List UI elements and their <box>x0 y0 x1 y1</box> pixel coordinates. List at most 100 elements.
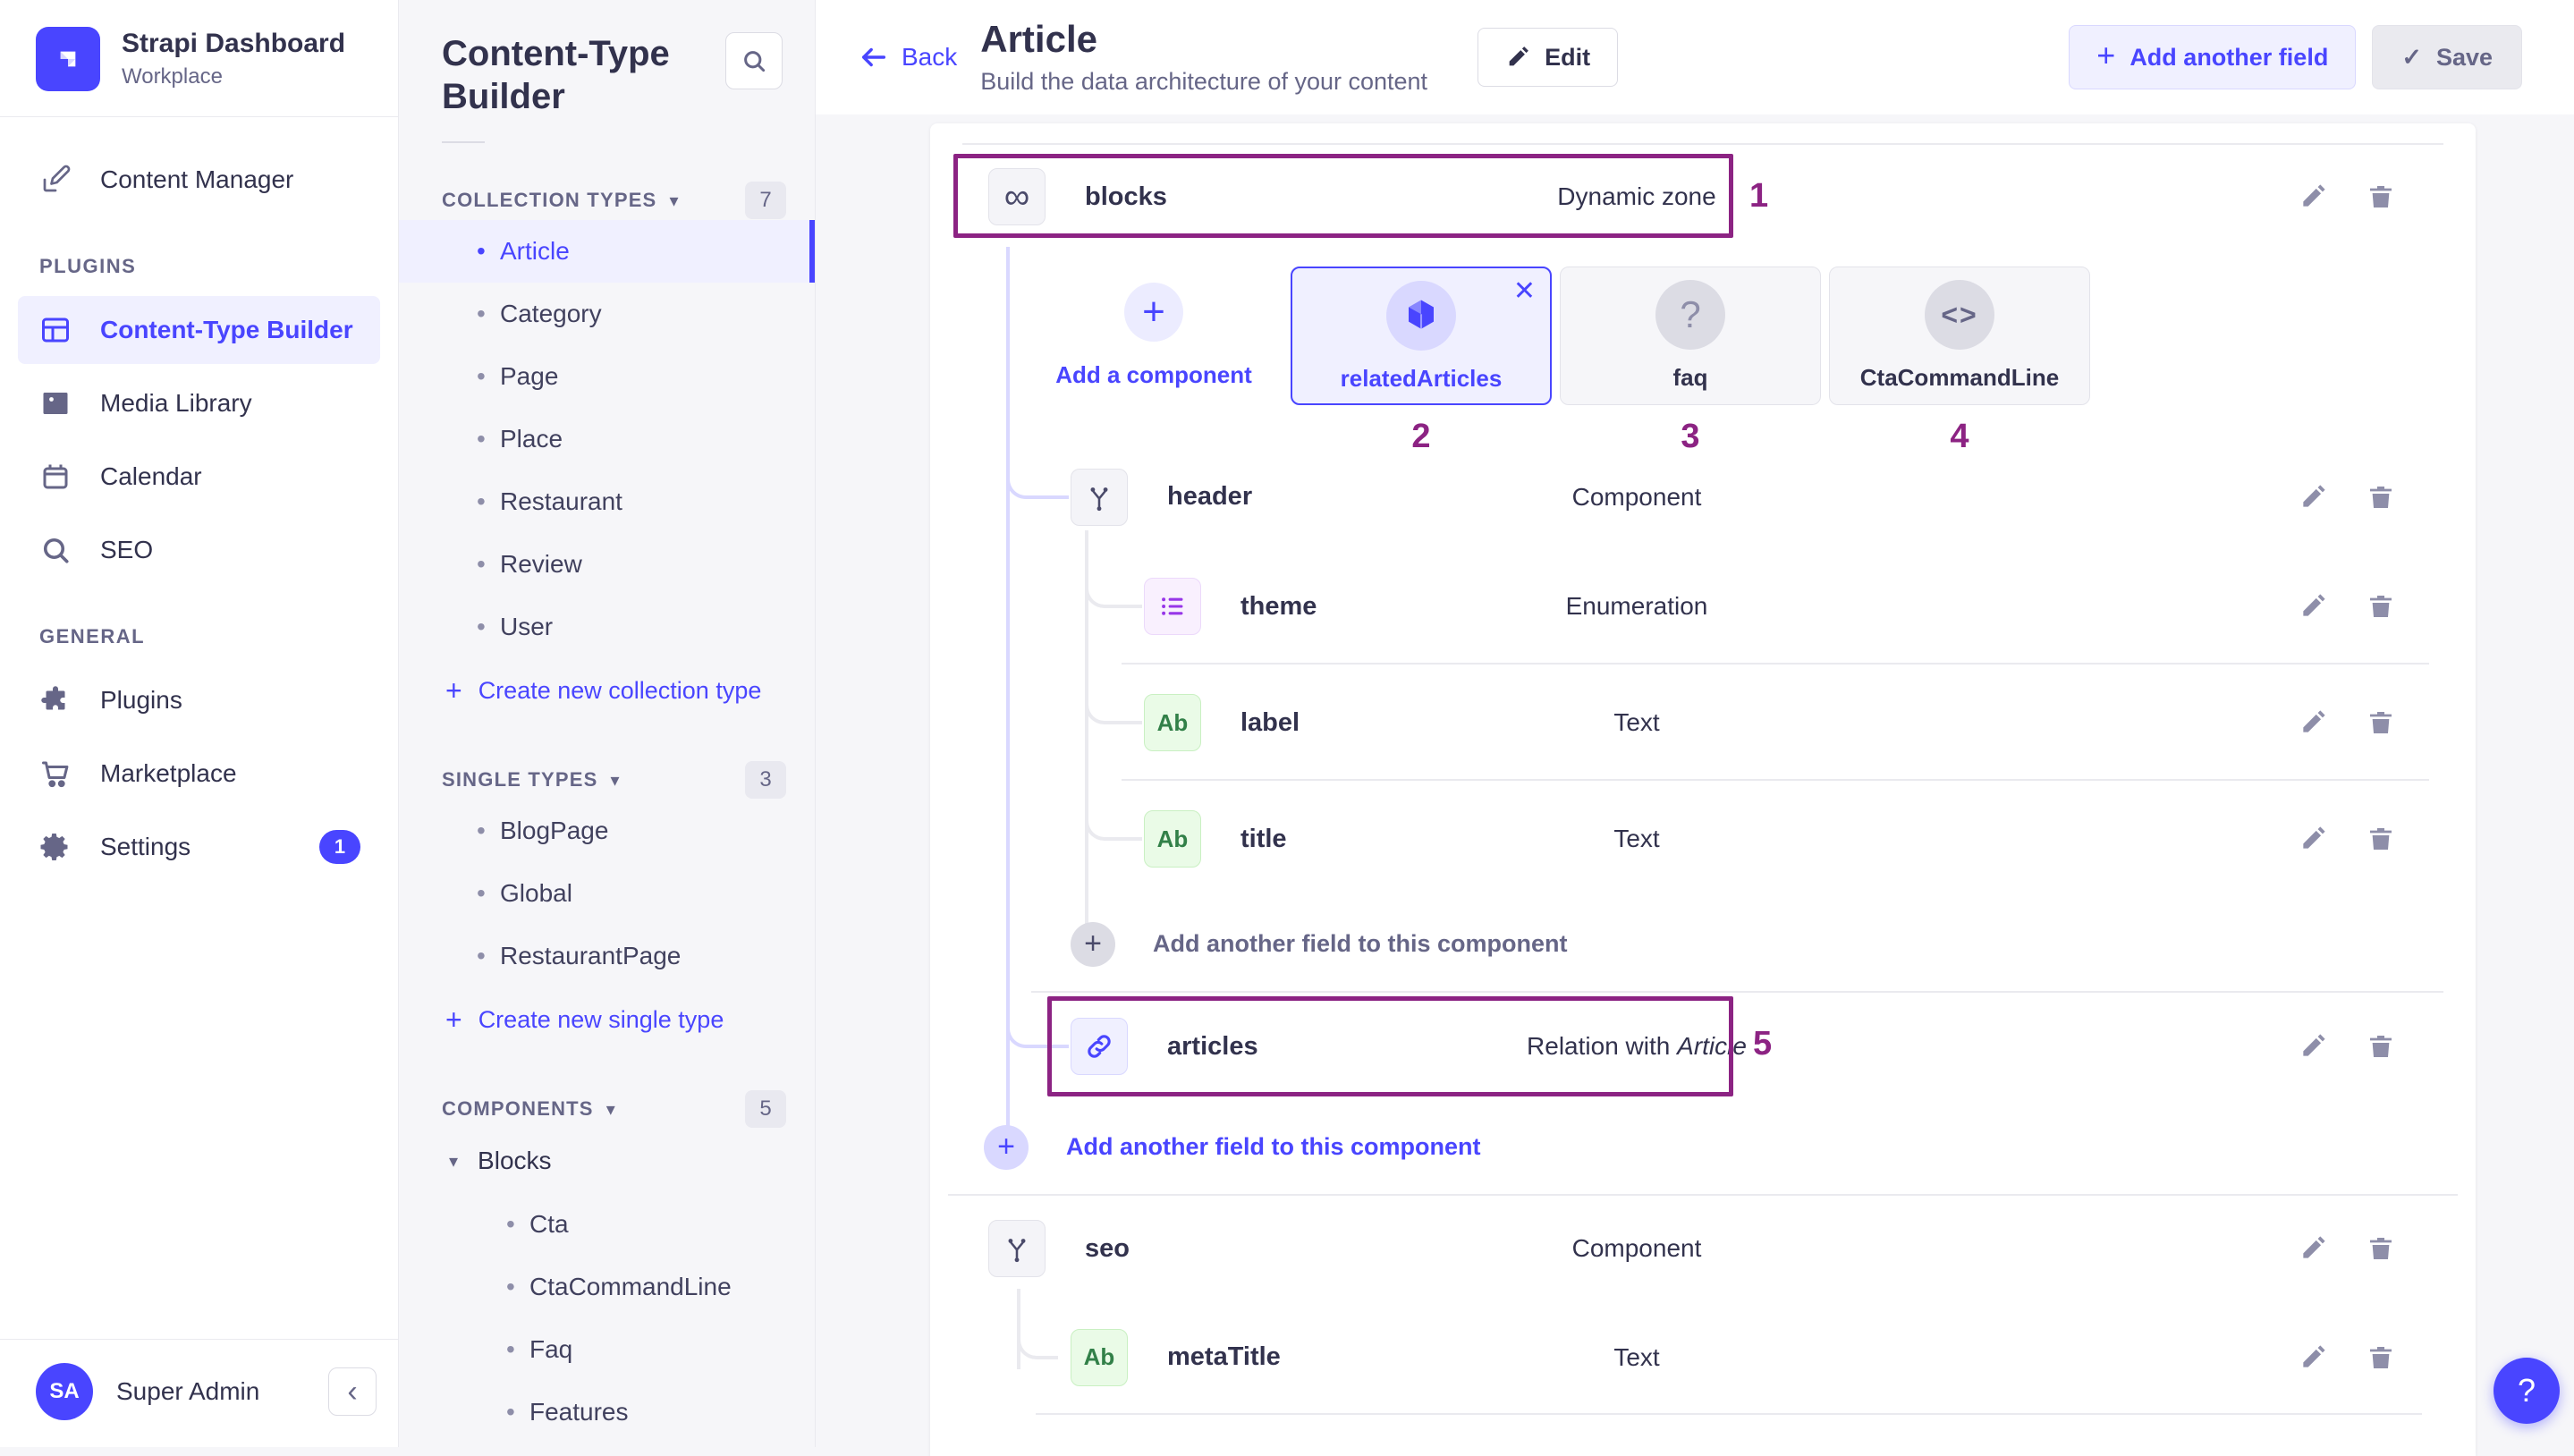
sidebar-item-place[interactable]: • Place <box>399 408 815 470</box>
components-count: 5 <box>745 1090 786 1128</box>
bullet-icon: • <box>477 817 500 845</box>
field-row-metatitle: Ab metaTitle Text <box>930 1301 2476 1413</box>
bullet-icon: • <box>506 1210 529 1239</box>
add-a-component-button[interactable]: + Add a component <box>1055 267 1252 389</box>
help-button[interactable]: ? <box>2494 1358 2560 1424</box>
sidebar-item-seo[interactable]: SEO <box>18 516 380 584</box>
sidebar-item-user[interactable]: • User <box>399 596 815 658</box>
fields-card: ∞ blocks Dynamic zone 1 <box>930 123 2476 1456</box>
sidebar-item-features[interactable]: • Features <box>399 1381 815 1443</box>
sidebar-item-label: Content Manager <box>100 165 293 194</box>
sidebar-item-calendar[interactable]: Calendar <box>18 443 380 511</box>
sidebar-item-restaurantpage[interactable]: • RestaurantPage <box>399 925 815 987</box>
layout-grid-icon <box>38 314 73 346</box>
delete-field-button[interactable] <box>2367 1234 2395 1263</box>
add-field-to-dynamic-zone-button[interactable]: + Add another field to this component <box>930 1100 2476 1194</box>
collapse-sidebar-button[interactable]: ‹ <box>328 1367 377 1416</box>
annotation-number-5: 5 <box>1753 1025 1772 1063</box>
sidebar-item-faq[interactable]: • Faq <box>399 1318 815 1381</box>
sidebar-item-review[interactable]: • Review <box>399 533 815 596</box>
edit-button[interactable]: Edit <box>1478 28 1618 87</box>
content-area: ∞ blocks Dynamic zone 1 <box>816 114 2574 1447</box>
plus-icon: + <box>445 674 462 707</box>
sidebar-item-media-library[interactable]: Media Library <box>18 369 380 437</box>
sidebar-item-plugins[interactable]: Plugins <box>18 666 380 734</box>
plus-icon: + <box>1124 283 1183 342</box>
sidebar-item-category[interactable]: • Category <box>399 283 815 345</box>
component-card-faq[interactable]: ? faq <box>1560 267 1821 405</box>
question-mark-icon: ? <box>1655 280 1725 350</box>
add-another-field-button[interactable]: + Add another field <box>2069 25 2356 89</box>
edit-field-button[interactable] <box>2299 182 2327 211</box>
delete-field-button[interactable] <box>2367 1343 2395 1372</box>
dynamic-zone-icon: ∞ <box>988 168 1046 225</box>
edit-field-button[interactable] <box>2299 825 2327 853</box>
sidebar-item-restaurant[interactable]: • Restaurant <box>399 470 815 533</box>
plus-icon: + <box>984 1125 1029 1170</box>
edit-field-button[interactable] <box>2299 1234 2327 1263</box>
sidebar-item-article[interactable]: • Article <box>399 220 815 283</box>
text-field-icon: Ab <box>1144 810 1201 868</box>
sidebar-item-page[interactable]: • Page <box>399 345 815 408</box>
tree-connector-elbow <box>1017 1289 1058 1359</box>
main-area: Back Article Build the data architecture… <box>816 0 2574 1447</box>
sidebar-item-content-type-builder[interactable]: Content-Type Builder <box>18 296 380 364</box>
bullet-icon: • <box>477 879 500 908</box>
feather-icon <box>38 164 73 196</box>
sidebar-item-label: Marketplace <box>100 759 237 788</box>
delete-field-button[interactable] <box>2367 825 2395 853</box>
avatar[interactable]: SA <box>36 1363 93 1420</box>
delete-field-button[interactable] <box>2367 1032 2395 1061</box>
delete-field-button[interactable] <box>2367 483 2395 512</box>
edit-field-button[interactable] <box>2299 483 2327 512</box>
field-row-theme: theme Enumeration <box>930 548 2476 665</box>
delete-field-button[interactable] <box>2367 708 2395 737</box>
sidebar-item-ctacommandline[interactable]: • CtaCommandLine <box>399 1256 815 1318</box>
collection-types-header[interactable]: COLLECTION TYPES ▾ 7 <box>399 181 815 220</box>
text-field-icon: Ab <box>1071 1329 1128 1386</box>
component-picker: + Add a component ✕ relatedArticles <box>930 267 2476 445</box>
component-branch-icon <box>1071 469 1128 526</box>
single-types-header[interactable]: SINGLE TYPES ▾ 3 <box>399 760 815 800</box>
save-button[interactable]: ✓ Save <box>2372 25 2522 89</box>
edit-field-button[interactable] <box>2299 708 2327 737</box>
bullet-icon: • <box>477 300 500 328</box>
bullet-icon: • <box>477 237 500 266</box>
create-single-type-link[interactable]: + Create new single type <box>399 987 815 1052</box>
search-button[interactable] <box>725 32 783 89</box>
bullet-icon: • <box>506 1335 529 1364</box>
component-branch-icon <box>988 1220 1046 1277</box>
field-row-header: header Component <box>930 445 2476 548</box>
close-icon[interactable]: ✕ <box>1513 275 1536 307</box>
delete-field-button[interactable] <box>2367 182 2395 211</box>
page-subtitle: Build the data architecture of your cont… <box>980 68 1427 96</box>
component-card-relatedarticles[interactable]: ✕ relatedArticles <box>1291 267 1552 405</box>
brand-workspace: Workplace <box>122 64 345 89</box>
chevron-down-icon: ▾ <box>669 190 678 212</box>
plus-icon: + <box>1071 922 1115 967</box>
components-group-blocks[interactable]: ▾ Blocks <box>399 1129 815 1193</box>
add-field-to-component-button[interactable]: + Add another field to this component <box>930 897 2476 991</box>
component-card-ctacommandline[interactable]: <> CtaCommandLine <box>1829 267 2090 405</box>
sidebar-item-cta[interactable]: • Cta <box>399 1193 815 1256</box>
edit-field-button[interactable] <box>2299 592 2327 621</box>
delete-field-button[interactable] <box>2367 592 2395 621</box>
gear-icon <box>38 831 73 863</box>
sidebar-item-settings[interactable]: Settings 1 <box>18 813 380 881</box>
sidebar-item-content-manager[interactable]: Content Manager <box>18 146 380 214</box>
pencil-icon <box>1505 45 1530 70</box>
enumeration-icon <box>1144 578 1201 635</box>
back-link[interactable]: Back <box>859 42 957 72</box>
edit-field-button[interactable] <box>2299 1343 2327 1372</box>
chevron-down-icon: ▾ <box>606 1098 615 1121</box>
sidebar-item-marketplace[interactable]: Marketplace <box>18 740 380 808</box>
create-collection-type-link[interactable]: + Create new collection type <box>399 658 815 723</box>
sidebar-item-global[interactable]: • Global <box>399 862 815 925</box>
strapi-app: Strapi Dashboard Workplace Content Manag… <box>0 0 2574 1447</box>
plus-icon: + <box>445 1003 462 1037</box>
field-row-label: Ab label Text <box>930 665 2476 781</box>
components-header[interactable]: COMPONENTS ▾ 5 <box>399 1089 815 1129</box>
edit-field-button[interactable] <box>2299 1032 2327 1061</box>
sidebar-item-blogpage[interactable]: • BlogPage <box>399 800 815 862</box>
search-icon <box>38 534 73 566</box>
